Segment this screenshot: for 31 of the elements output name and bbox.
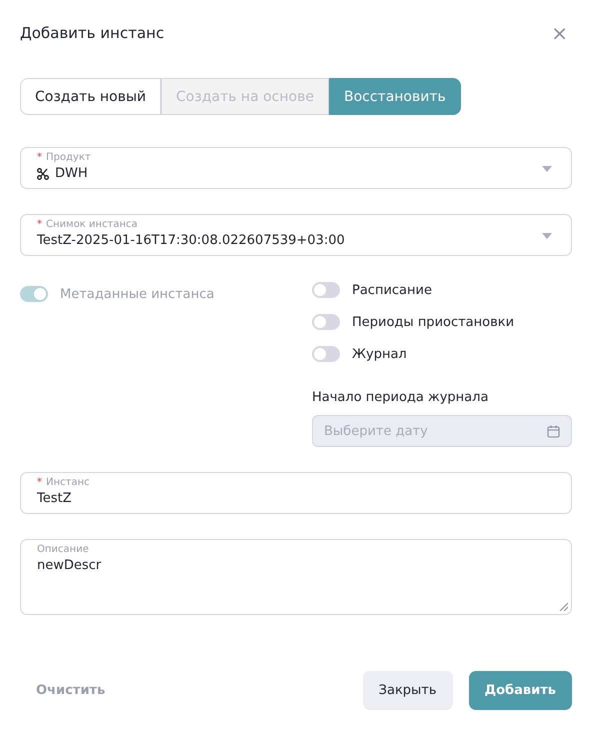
field-label: Описание <box>37 544 89 556</box>
toggle-label: Периоды приостановки <box>352 314 514 330</box>
nodes-icon <box>37 168 49 180</box>
instance-field[interactable]: * Инстанс TestZ <box>20 472 572 514</box>
field-value: TestZ-2025-01-16T17:30:08.022607539+03:00 <box>37 232 345 250</box>
field-label: Инстанс <box>46 477 90 489</box>
field-label: Начало периода журнала <box>312 390 490 405</box>
toggle-label: Журнал <box>352 346 407 362</box>
mode-tab[interactable]: Создать новый <box>20 78 162 115</box>
toggle-switch[interactable] <box>312 282 340 298</box>
required-mark: * <box>37 219 42 231</box>
caret-icon <box>542 233 552 239</box>
close-button[interactable]: Закрыть <box>362 671 453 710</box>
field-value: newDescr <box>37 557 102 575</box>
required-mark: * <box>37 477 42 489</box>
field-label: Продукт <box>46 152 91 164</box>
product-select[interactable]: * Продукт DWH <box>20 147 572 189</box>
snapshot-select[interactable]: * Снимок инстанса TestZ-2025-01-16T17:30:08.022607539+03:00 <box>20 214 572 256</box>
field-value: TestZ <box>37 490 72 508</box>
toggle-label: Метаданные инстанса <box>60 286 214 302</box>
resize-grip-icon <box>559 602 568 611</box>
toggle-label: Расписание <box>352 282 432 298</box>
field-label: Снимок инстанса <box>46 219 138 231</box>
description-field[interactable]: Описание newDescr <box>20 539 572 615</box>
caret-icon <box>542 166 552 172</box>
toggle-switch[interactable] <box>312 346 340 362</box>
field-value: DWH <box>55 165 88 183</box>
dialog-title: Добавить инстанс <box>20 24 164 42</box>
calendar-icon <box>547 425 560 438</box>
toggle-switch[interactable] <box>312 314 340 330</box>
required-mark: * <box>37 152 42 164</box>
